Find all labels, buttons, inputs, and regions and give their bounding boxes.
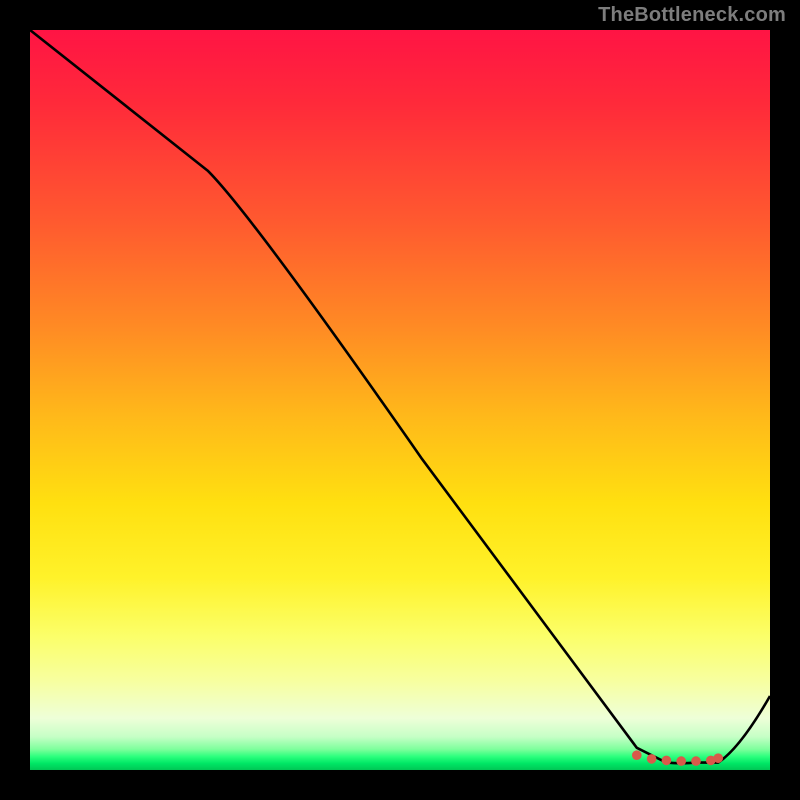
- chart-svg: [30, 30, 770, 770]
- minimum-marker: [676, 756, 686, 766]
- plot-area: [30, 30, 770, 770]
- minimum-marker: [632, 750, 642, 760]
- watermark-text: TheBottleneck.com: [598, 4, 786, 27]
- minimum-marker: [662, 756, 672, 766]
- minimum-marker: [647, 754, 657, 764]
- minimum-marker: [691, 756, 701, 766]
- minimum-marker: [713, 753, 723, 763]
- chart-frame: TheBottleneck.com: [0, 0, 800, 800]
- main-curve: [30, 30, 770, 763]
